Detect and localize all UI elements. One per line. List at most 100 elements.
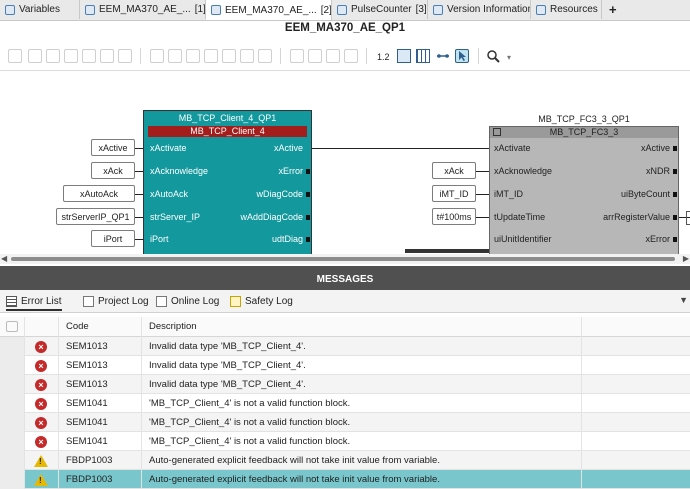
column-divider [24, 317, 25, 337]
grid-icon[interactable] [416, 49, 430, 63]
tab-label: EEM_MA370_AE_... [99, 4, 191, 15]
column-header-description[interactable]: Description [149, 317, 197, 337]
info-icon [433, 4, 443, 15]
row-description: Invalid data type 'MB_TCP_Client_4'. [149, 379, 306, 390]
row-description: 'MB_TCP_Client_4' is not a valid functio… [149, 417, 351, 428]
variable-icon[interactable] [64, 49, 78, 63]
variable-box[interactable]: iMT_ID [432, 185, 476, 202]
insert-block-icon[interactable] [8, 49, 22, 63]
group-icon[interactable] [344, 49, 358, 63]
variable-box[interactable]: xActive [91, 139, 135, 156]
row-gutter [0, 432, 24, 451]
column-header-code[interactable]: Code [66, 317, 89, 337]
table-row[interactable]: ! FBDP1003 Auto-generated explicit feedbac… [0, 470, 690, 489]
column-divider [141, 375, 142, 394]
add-tab-button[interactable]: + [604, 0, 626, 19]
tab-safety-log[interactable]: Safety Log [230, 294, 293, 309]
tab-variables[interactable]: Variables [0, 0, 80, 19]
page-view-icon[interactable] [397, 49, 411, 63]
output-connector [306, 215, 310, 220]
input-pin: xAutoAck [150, 189, 189, 199]
row-code: SEM1041 [66, 398, 108, 409]
comment-icon[interactable] [82, 49, 96, 63]
column-settings-icon[interactable] [6, 321, 18, 332]
editor-title: EEM_MA370_AE_QP1 [284, 22, 406, 34]
align-middle-icon[interactable] [222, 49, 236, 63]
column-divider [141, 470, 142, 489]
scroll-right-icon[interactable]: ▶ [683, 255, 689, 263]
input-pin: uiUnitIdentifier [494, 234, 552, 244]
zoom-level[interactable]: 1.2 [377, 52, 390, 62]
tab-eem-1[interactable]: EEM_MA370_AE_... [1] [80, 0, 206, 19]
table-row[interactable]: × SEM1041 'MB_TCP_Client_4' is not a valid… [0, 432, 690, 451]
order-icon[interactable] [326, 49, 340, 63]
table-row[interactable]: × SEM1013 Invalid data type 'MB_TCP_Client… [0, 375, 690, 394]
variable-box[interactable]: xAutoAck [63, 185, 135, 202]
output-connector [673, 146, 677, 151]
row-gutter [0, 337, 24, 356]
connect-icon[interactable] [28, 49, 42, 63]
input-pin: tUpdateTime [494, 212, 546, 222]
tab-online-log[interactable]: Online Log [156, 294, 219, 309]
row-description: Auto-generated explicit feedback will no… [149, 474, 440, 485]
split-icon[interactable] [46, 49, 60, 63]
scrollbar-thumb[interactable] [11, 257, 675, 261]
output-pin: xActive [273, 143, 303, 153]
tab-resources[interactable]: Resources [531, 0, 602, 19]
wire-icon[interactable] [436, 49, 450, 63]
error-icon: × [35, 417, 47, 429]
messages-panel-header[interactable]: MESSAGES [0, 266, 690, 290]
tab-version-information[interactable]: Version Information [428, 0, 531, 19]
input-pin: strServer_IP [150, 212, 201, 222]
wire [476, 217, 490, 218]
input-pin: xAcknowledge [150, 166, 209, 176]
error-icon: × [35, 360, 47, 372]
connection-wire[interactable] [312, 148, 490, 149]
align-top-icon[interactable] [204, 49, 218, 63]
pointer-icon[interactable] [455, 49, 469, 63]
row-description: 'MB_TCP_Client_4' is not a valid functio… [149, 398, 351, 409]
return-icon[interactable] [118, 49, 132, 63]
row-gutter [0, 470, 24, 489]
column-divider [58, 317, 59, 337]
jump-icon[interactable] [100, 49, 114, 63]
table-row[interactable]: × SEM1041 'MB_TCP_Client_4' is not a valid… [0, 413, 690, 432]
table-row[interactable]: × SEM1013 Invalid data type 'MB_TCP_Client… [0, 337, 690, 356]
search-icon[interactable] [486, 49, 500, 63]
align-right-icon[interactable] [186, 49, 200, 63]
align-bottom-icon[interactable] [240, 49, 254, 63]
tab-label: Online Log [171, 296, 220, 307]
variable-box[interactable]: strServerIP_QP1 [56, 208, 135, 225]
variable-box[interactable]: xAck [91, 162, 135, 179]
diagram-horizontal-scrollbar[interactable]: ◀ ▶ [0, 254, 690, 264]
table-row[interactable]: ! FBDP1003 Auto-generated explicit feedbac… [0, 451, 690, 470]
table-row[interactable]: × SEM1041 'MB_TCP_Client_4' is not a valid… [0, 394, 690, 413]
table-row[interactable]: × SEM1013 Invalid data type 'MB_TCP_Client… [0, 356, 690, 375]
scroll-left-icon[interactable]: ◀ [1, 255, 7, 263]
function-block-mb-tcp-client[interactable]: MB_TCP_Client_4_QP1 MB_TCP_Client_4 xAct… [143, 110, 312, 254]
chevron-down-icon[interactable]: ▾ [507, 53, 521, 67]
row-gutter [0, 356, 24, 375]
tab-error-list[interactable]: Error List [6, 294, 62, 311]
function-block-mb-tcp-fc3[interactable]: MB_TCP_FC3_3 xActivate xAcknowledge iMT_… [489, 126, 679, 254]
align-center-icon[interactable] [168, 49, 182, 63]
align-left-icon[interactable] [150, 49, 164, 63]
output-pin: xError [645, 234, 671, 244]
variable-box[interactable]: iPort [91, 230, 135, 247]
input-pin: xActivate [494, 143, 531, 153]
move-down-icon[interactable] [308, 49, 322, 63]
filter-icon[interactable]: ▼ [679, 295, 688, 305]
output-pin: xError [278, 166, 304, 176]
tab-eem-2[interactable]: EEM_MA370_AE_... [2] [206, 0, 332, 20]
wire [405, 249, 490, 253]
move-up-icon[interactable] [290, 49, 304, 63]
tab-pulsecounter[interactable]: PulseCounter [3] [332, 0, 428, 19]
distribute-icon[interactable] [258, 49, 272, 63]
variable-box[interactable]: t#100ms [432, 208, 476, 225]
tab-project-log[interactable]: Project Log [83, 294, 149, 309]
diagram-canvas[interactable]: xActive xAck xAutoAck strServerIP_QP1 iP… [0, 71, 690, 254]
input-pin: iMT_ID [494, 189, 523, 199]
row-code: SEM1041 [66, 436, 108, 447]
row-description: 'MB_TCP_Client_4' is not a valid functio… [149, 436, 351, 447]
variable-box[interactable]: xAck [432, 162, 476, 179]
